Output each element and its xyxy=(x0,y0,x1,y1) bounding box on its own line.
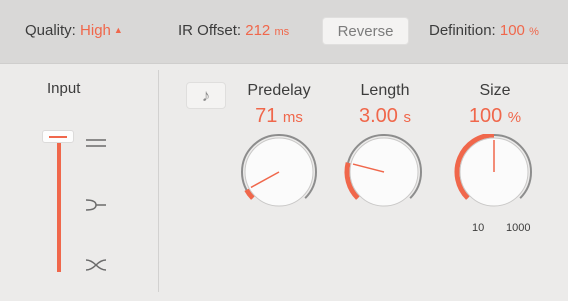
predelay-value[interactable]: 71 ms xyxy=(229,105,329,128)
chevron-updown-icon[interactable]: ▲︎ xyxy=(114,25,123,35)
size-label: Size xyxy=(479,82,511,99)
ir-offset-label: IR Offset: xyxy=(178,22,242,39)
length-label: Length xyxy=(360,82,410,99)
mono-to-stereo-icon[interactable] xyxy=(84,195,108,215)
quality-value[interactable]: High xyxy=(80,22,111,39)
definition-value[interactable]: 100 xyxy=(500,22,525,39)
section-divider xyxy=(158,70,159,292)
predelay-label: Predelay xyxy=(247,82,311,99)
predelay-knob[interactable] xyxy=(234,134,324,224)
ir-offset-value[interactable]: 212 xyxy=(245,22,270,39)
length-knob[interactable] xyxy=(339,134,429,224)
ir-offset-unit: ms xyxy=(274,26,290,38)
input-slider-handle[interactable] xyxy=(42,130,74,143)
size-scale-max: 1000 xyxy=(506,222,531,234)
quality-selector[interactable]: Quality: High ▲︎ xyxy=(25,22,123,39)
tempo-sync-button[interactable]: ♪ xyxy=(186,82,226,109)
size-value[interactable]: 100 % xyxy=(445,105,545,128)
music-note-icon: ♪ xyxy=(201,85,211,105)
reverse-button[interactable]: Reverse xyxy=(322,17,409,45)
definition-label: Definition: xyxy=(429,22,496,39)
size-scale-min: 10 xyxy=(472,222,485,234)
stereo-icon[interactable] xyxy=(84,133,108,153)
length-value[interactable]: 3.00 s xyxy=(335,105,435,128)
definition-unit: % xyxy=(529,26,539,38)
input-label: Input xyxy=(47,80,81,97)
quality-label: Quality: xyxy=(25,22,76,39)
input-slider-track[interactable] xyxy=(57,138,61,272)
size-knob[interactable] xyxy=(449,134,539,224)
cross-icon[interactable] xyxy=(84,255,108,275)
ir-offset-control[interactable]: IR Offset: 212 ms xyxy=(178,22,289,39)
definition-control[interactable]: Definition: 100 % xyxy=(429,22,539,39)
